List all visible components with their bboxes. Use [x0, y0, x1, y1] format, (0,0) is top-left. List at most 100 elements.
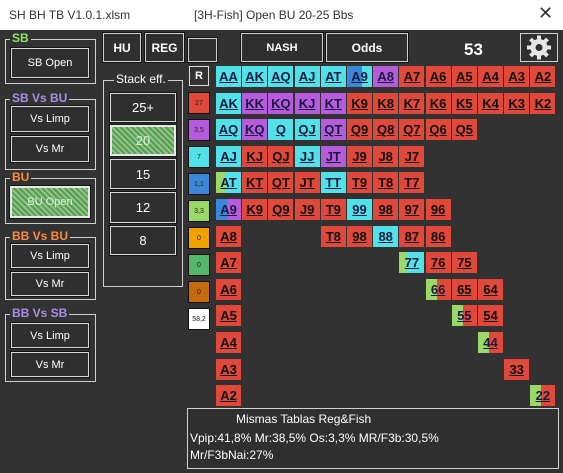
sb-vs-limp-button[interactable]: Vs Limp [10, 105, 90, 133]
hand-cell-aj[interactable]: AJ [216, 145, 241, 167]
hand-cell-a5[interactable]: A5 [216, 305, 241, 327]
hand-cell-a2[interactable]: A2 [216, 385, 241, 407]
hand-cell-86[interactable]: 86 [425, 225, 451, 247]
close-icon[interactable]: ✕ [538, 4, 553, 22]
hand-cell-k7[interactable]: K7 [399, 92, 425, 114]
hand-cell-q[interactable]: Q [268, 119, 294, 141]
hand-cell-kj[interactable]: KJ [242, 145, 268, 167]
hand-cell-54[interactable]: 54 [478, 305, 503, 327]
hand-cell-jt[interactable]: JT [320, 145, 346, 167]
bb-vs-sb-limp-button[interactable]: Vs Limp [10, 322, 90, 349]
hand-cell-aj[interactable]: AJ [294, 66, 320, 87]
hand-cell-k2[interactable]: K2 [530, 92, 556, 114]
hand-cell-a4[interactable]: A4 [216, 332, 241, 353]
hand-cell-97[interactable]: 97 [399, 199, 425, 220]
blank-toggle-button[interactable] [187, 37, 218, 63]
hand-cell-t9[interactable]: T9 [347, 172, 372, 194]
hand-cell-qt[interactable]: QT [320, 119, 346, 141]
bb-vs-sb-mr-button[interactable]: Vs Mr [10, 351, 90, 378]
hand-cell-kj[interactable]: KJ [294, 92, 320, 114]
hand-cell-33[interactable]: 33 [504, 358, 530, 380]
hand-cell-kk[interactable]: KK [242, 92, 268, 114]
hand-cell-aq[interactable]: AQ [268, 66, 294, 87]
hand-cell-a9[interactable]: A9 [347, 66, 372, 87]
hand-cell-j8[interactable]: J8 [373, 145, 399, 167]
hand-cell-qt[interactable]: QT [268, 172, 294, 194]
hand-cell-kq[interactable]: KQ [242, 119, 268, 141]
hand-cell-96[interactable]: 96 [425, 199, 451, 220]
hand-cell-kq[interactable]: KQ [268, 92, 294, 114]
hand-cell-k6[interactable]: K6 [425, 92, 451, 114]
hand-cell-87[interactable]: 87 [399, 225, 425, 247]
hand-cell-a3[interactable]: A3 [216, 358, 241, 380]
hand-cell-k8[interactable]: K8 [373, 92, 399, 114]
hand-cell-a7[interactable]: A7 [399, 66, 425, 87]
hand-cell-jt[interactable]: JT [294, 172, 320, 194]
hand-cell-q7[interactable]: Q7 [399, 119, 425, 141]
sb-vs-mr-button[interactable]: Vs Mr [10, 135, 90, 163]
hand-cell-22[interactable]: 22 [530, 385, 556, 407]
hand-cell-jj[interactable]: JJ [294, 145, 320, 167]
hand-cell-j7[interactable]: J7 [399, 145, 425, 167]
hand-cell-t8[interactable]: T8 [373, 172, 399, 194]
hand-cell-q9[interactable]: Q9 [268, 199, 294, 220]
sb-open-button[interactable]: SB Open [10, 47, 90, 79]
hand-cell-75[interactable]: 75 [451, 252, 477, 274]
hand-cell-q5[interactable]: Q5 [451, 119, 477, 141]
hu-button[interactable]: HU [102, 32, 142, 63]
gear-icon[interactable] [520, 33, 558, 62]
stack-option-15[interactable]: 15 [109, 158, 177, 190]
hand-cell-tt[interactable]: TT [320, 172, 346, 194]
hand-cell-77[interactable]: 77 [399, 252, 425, 274]
stack-option-8[interactable]: 8 [109, 225, 177, 256]
hand-cell-76[interactable]: 76 [425, 252, 451, 274]
hand-cell-44[interactable]: 44 [478, 332, 503, 353]
hand-cell-a2[interactable]: A2 [530, 66, 556, 87]
hand-cell-q9[interactable]: Q9 [347, 119, 372, 141]
hand-cell-a7[interactable]: A7 [216, 252, 241, 274]
hand-cell-k3[interactable]: K3 [504, 92, 530, 114]
hand-cell-a6[interactable]: A6 [425, 66, 451, 87]
hand-cell-a8[interactable]: A8 [373, 66, 399, 87]
hand-cell-qj[interactable]: QJ [268, 145, 294, 167]
hand-cell-aq[interactable]: AQ [216, 119, 241, 141]
hand-cell-65[interactable]: 65 [451, 278, 477, 300]
hand-cell-k9[interactable]: K9 [347, 92, 372, 114]
hand-cell-t9[interactable]: T9 [320, 199, 346, 220]
hand-cell-q6[interactable]: Q6 [425, 119, 451, 141]
hand-cell-k4[interactable]: K4 [478, 92, 503, 114]
stack-option-25plus[interactable]: 25+ [109, 92, 177, 123]
nash-button[interactable]: NASH [240, 32, 324, 63]
hand-cell-ak[interactable]: AK [242, 66, 268, 87]
hand-cell-a6[interactable]: A6 [216, 278, 241, 300]
hand-cell-at[interactable]: AT [320, 66, 346, 87]
hand-cell-q8[interactable]: Q8 [373, 119, 399, 141]
hand-cell-99[interactable]: 99 [347, 199, 372, 220]
stack-option-20[interactable]: 20 [109, 124, 177, 157]
hand-cell-at[interactable]: AT [216, 172, 241, 194]
stack-option-12[interactable]: 12 [109, 191, 177, 224]
hand-cell-j9[interactable]: J9 [294, 199, 320, 220]
hand-cell-88[interactable]: 88 [373, 225, 399, 247]
hand-cell-a5[interactable]: A5 [451, 66, 477, 87]
hand-cell-kt[interactable]: KT [320, 92, 346, 114]
hand-cell-t7[interactable]: T7 [399, 172, 425, 194]
hand-cell-a3[interactable]: A3 [504, 66, 530, 87]
hand-cell-98[interactable]: 98 [373, 199, 399, 220]
hand-cell-a8[interactable]: A8 [216, 225, 241, 247]
hand-cell-t8[interactable]: T8 [320, 225, 346, 247]
hand-cell-64[interactable]: 64 [478, 278, 503, 300]
hand-cell-kt[interactable]: KT [242, 172, 268, 194]
hand-cell-aa[interactable]: AA [216, 66, 241, 87]
bb-vs-bu-mr-button[interactable]: Vs Mr [10, 271, 90, 297]
bu-open-button[interactable]: BU Open [9, 185, 91, 219]
hand-cell-j9[interactable]: J9 [347, 145, 372, 167]
hand-cell-66[interactable]: 66 [425, 278, 451, 300]
hand-cell-k9[interactable]: K9 [242, 199, 268, 220]
reg-button[interactable]: REG [144, 32, 185, 63]
hand-cell-55[interactable]: 55 [451, 305, 477, 327]
hand-cell-a9[interactable]: A9 [216, 199, 241, 220]
odds-button[interactable]: Odds [325, 32, 409, 63]
hand-cell-a4[interactable]: A4 [478, 66, 503, 87]
bb-vs-bu-limp-button[interactable]: Vs Limp [10, 243, 90, 269]
